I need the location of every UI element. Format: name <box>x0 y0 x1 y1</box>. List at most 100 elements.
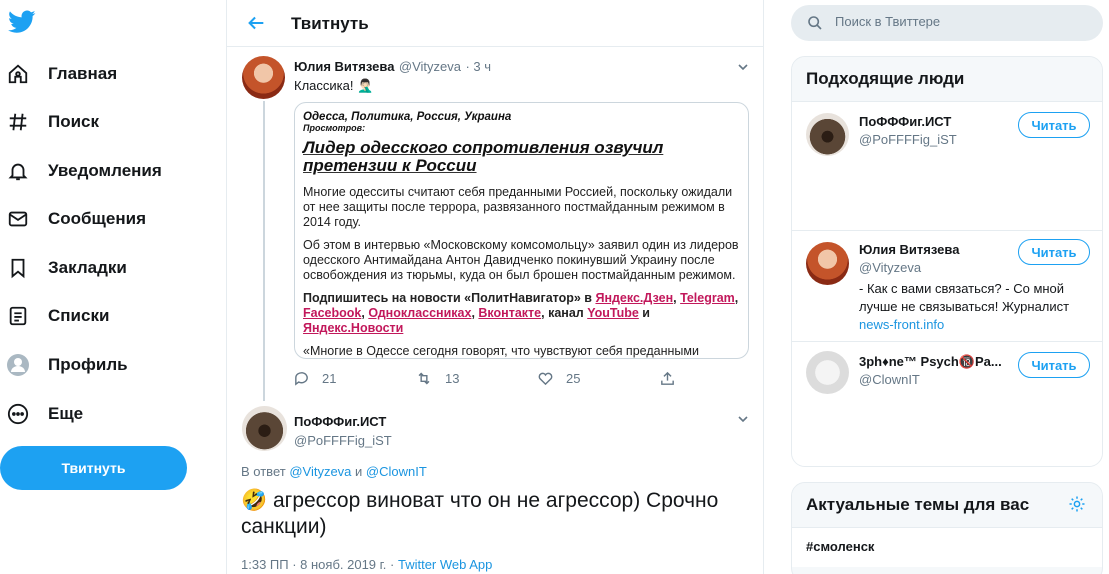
avatar[interactable] <box>806 113 849 156</box>
link-youtube[interactable]: YouTube <box>587 306 639 320</box>
follow-button[interactable]: Читать <box>1018 352 1090 378</box>
bell-icon <box>6 159 30 183</box>
nav-home-label: Главная <box>48 64 118 83</box>
nav-notifications-label: Уведомления <box>48 161 162 180</box>
tweet-meta: 1:33 ПП · 8 нояб. 2019 г. · Twitter Web … <box>241 557 492 572</box>
subscribe-text: Подпишитесь на новости «ПолитНавигатор» … <box>303 291 596 305</box>
nav-explore[interactable]: Поиск <box>6 102 99 142</box>
retweet-button[interactable]: 13 <box>415 370 537 387</box>
bookmark-icon <box>6 256 30 280</box>
nav-more[interactable]: Еще <box>6 394 83 434</box>
link-ok[interactable]: Одноклассниках <box>368 306 471 320</box>
nav-lists[interactable]: Списки <box>6 296 109 336</box>
app-root: Главная Поиск Уведомления Сообщения Закл… <box>0 0 1109 574</box>
link-yandex-news[interactable]: Яндекс.Новости <box>303 321 403 335</box>
left-nav: Главная Поиск Уведомления Сообщения Закл… <box>0 0 226 574</box>
suggestion-name[interactable]: 3ph♦ne™ Psych🔞Pa... <box>859 354 1019 370</box>
link-dzen[interactable]: Яндекс.Дзен <box>595 291 673 305</box>
gear-icon[interactable] <box>1068 495 1086 513</box>
suggestion-handle[interactable]: @Vityzeva <box>859 260 921 275</box>
tweet-timestamp[interactable]: 1:33 ПП · 8 нояб. 2019 г. · <box>241 557 398 572</box>
chevron-down-icon[interactable] <box>736 60 750 74</box>
suggestion-handle[interactable]: @ClownIT <box>859 372 920 387</box>
nav-messages[interactable]: Сообщения <box>6 199 146 239</box>
reply-button[interactable]: 21 <box>293 370 415 387</box>
tweet-source[interactable]: Twitter Web App <box>398 557 492 572</box>
profile-icon <box>6 353 30 377</box>
chevron-down-icon[interactable] <box>736 412 750 426</box>
main-column: Твитнуть Юлия Витязева @Vityzeva · 3 ч К… <box>226 0 764 574</box>
card-paragraph: «Многие в Одессе сегодня говорят, что чу… <box>303 344 699 358</box>
focused-tweet: ПоФФФиг.ИСТ @PoFFFFig_iST В ответ @Vityz… <box>227 400 765 574</box>
search-input[interactable] <box>835 14 1085 29</box>
like-count: 25 <box>566 371 581 386</box>
link-telegram[interactable]: Telegram <box>680 291 735 305</box>
tweet-text: Классика! 🤦🏻‍♂️ <box>294 78 374 93</box>
reply-prefix: В ответ <box>241 464 290 479</box>
follow-suggestion[interactable]: ПоФФФиг.ИСТ @PoFFFFig_iST Читать <box>792 101 1102 230</box>
reply-and: и <box>351 464 366 479</box>
list-icon <box>6 304 30 328</box>
bio-text: - Как с вами связаться? - Со мной лучше … <box>859 281 1070 314</box>
nav-more-label: Еще <box>48 404 84 423</box>
card-categories: Одесса, Политика, Россия, Украина <box>303 111 512 123</box>
nav-home[interactable]: Главная <box>6 54 117 94</box>
search-box[interactable] <box>791 5 1103 41</box>
tweet-actions: 21 13 25 <box>293 370 781 387</box>
suggestion-name[interactable]: ПоФФФиг.ИСТ <box>859 114 1019 129</box>
page-title: Твитнуть <box>291 14 369 33</box>
follow-suggestion[interactable]: 3ph♦ne™ Psych🔞Pa... @ClownIT Читать <box>792 341 1102 466</box>
parent-tweet[interactable]: Юлия Витязева @Vityzeva · 3 ч Классика! … <box>227 48 765 401</box>
and-text: и <box>638 306 650 320</box>
link-facebook[interactable]: Facebook <box>303 306 361 320</box>
author-name[interactable]: ПоФФФиг.ИСТ <box>294 414 386 429</box>
trends-header: Актуальные темы для вас <box>792 483 1102 527</box>
share-button[interactable] <box>659 370 781 387</box>
card-views: Просмотров: <box>303 123 366 133</box>
nav-bookmarks[interactable]: Закладки <box>6 248 127 288</box>
tweet-time[interactable]: · 3 ч <box>465 59 491 74</box>
suggestion-name[interactable]: Юлия Витязева <box>859 242 1019 257</box>
like-button[interactable]: 25 <box>537 370 659 387</box>
follow-suggestion[interactable]: Юлия Витязева @Vityzeva - Как с вами свя… <box>792 230 1102 341</box>
heart-icon <box>538 372 553 386</box>
channel-text: , канал <box>541 306 588 320</box>
retweet-count: 13 <box>445 371 460 386</box>
nav-notifications[interactable]: Уведомления <box>6 151 162 191</box>
trend-item[interactable]: #смоленск <box>792 527 1102 567</box>
follow-button[interactable]: Читать <box>1018 112 1090 138</box>
avatar[interactable] <box>806 242 849 285</box>
author-name[interactable]: Юлия Витязева <box>294 59 394 74</box>
avatar[interactable] <box>806 351 849 394</box>
mention-link[interactable]: @Vityzeva <box>289 464 351 479</box>
author-handle[interactable]: @Vityzeva <box>399 59 461 74</box>
back-arrow-icon[interactable] <box>245 12 267 34</box>
share-icon <box>661 371 674 385</box>
nav-lists-label: Списки <box>48 306 110 325</box>
home-icon <box>6 62 30 86</box>
mention-link[interactable]: @ClownIT <box>366 464 427 479</box>
search-icon <box>808 16 822 30</box>
suggestion-handle[interactable]: @PoFFFFig_iST <box>859 132 957 147</box>
tweet-button[interactable]: Твитнуть <box>0 446 187 490</box>
author-handle[interactable]: @PoFFFFig_iST <box>294 433 392 448</box>
retweet-icon <box>418 372 430 385</box>
trends-panel: Актуальные темы для вас #смоленск <box>791 482 1103 574</box>
bio-link[interactable]: news-front.info <box>859 317 944 332</box>
article-card[interactable]: Одесса, Политика, Россия, Украина Просмо… <box>294 102 749 359</box>
follow-button[interactable]: Читать <box>1018 239 1090 265</box>
thread-line <box>263 101 265 401</box>
nav-bookmarks-label: Закладки <box>48 258 127 277</box>
twitter-logo-icon[interactable] <box>8 10 36 34</box>
avatar[interactable] <box>242 56 285 99</box>
nav-profile-label: Профиль <box>48 355 128 374</box>
card-paragraph: Об этом в интервью «Московскому комсомол… <box>303 238 739 282</box>
reply-count: 21 <box>322 371 337 386</box>
panel-title: Подходящие люди <box>792 57 1102 101</box>
avatar[interactable] <box>242 406 287 451</box>
reply-context: В ответ @Vityzeva и @ClownIT <box>241 464 427 479</box>
nav-profile[interactable]: Профиль <box>6 345 128 385</box>
card-headline: Лидер одесского сопротивления озвучил пр… <box>303 138 664 175</box>
tweet-text: 🤣 агрессор виноват что он не агрессор) С… <box>241 489 719 538</box>
link-vk[interactable]: Вконтакте <box>478 306 541 320</box>
